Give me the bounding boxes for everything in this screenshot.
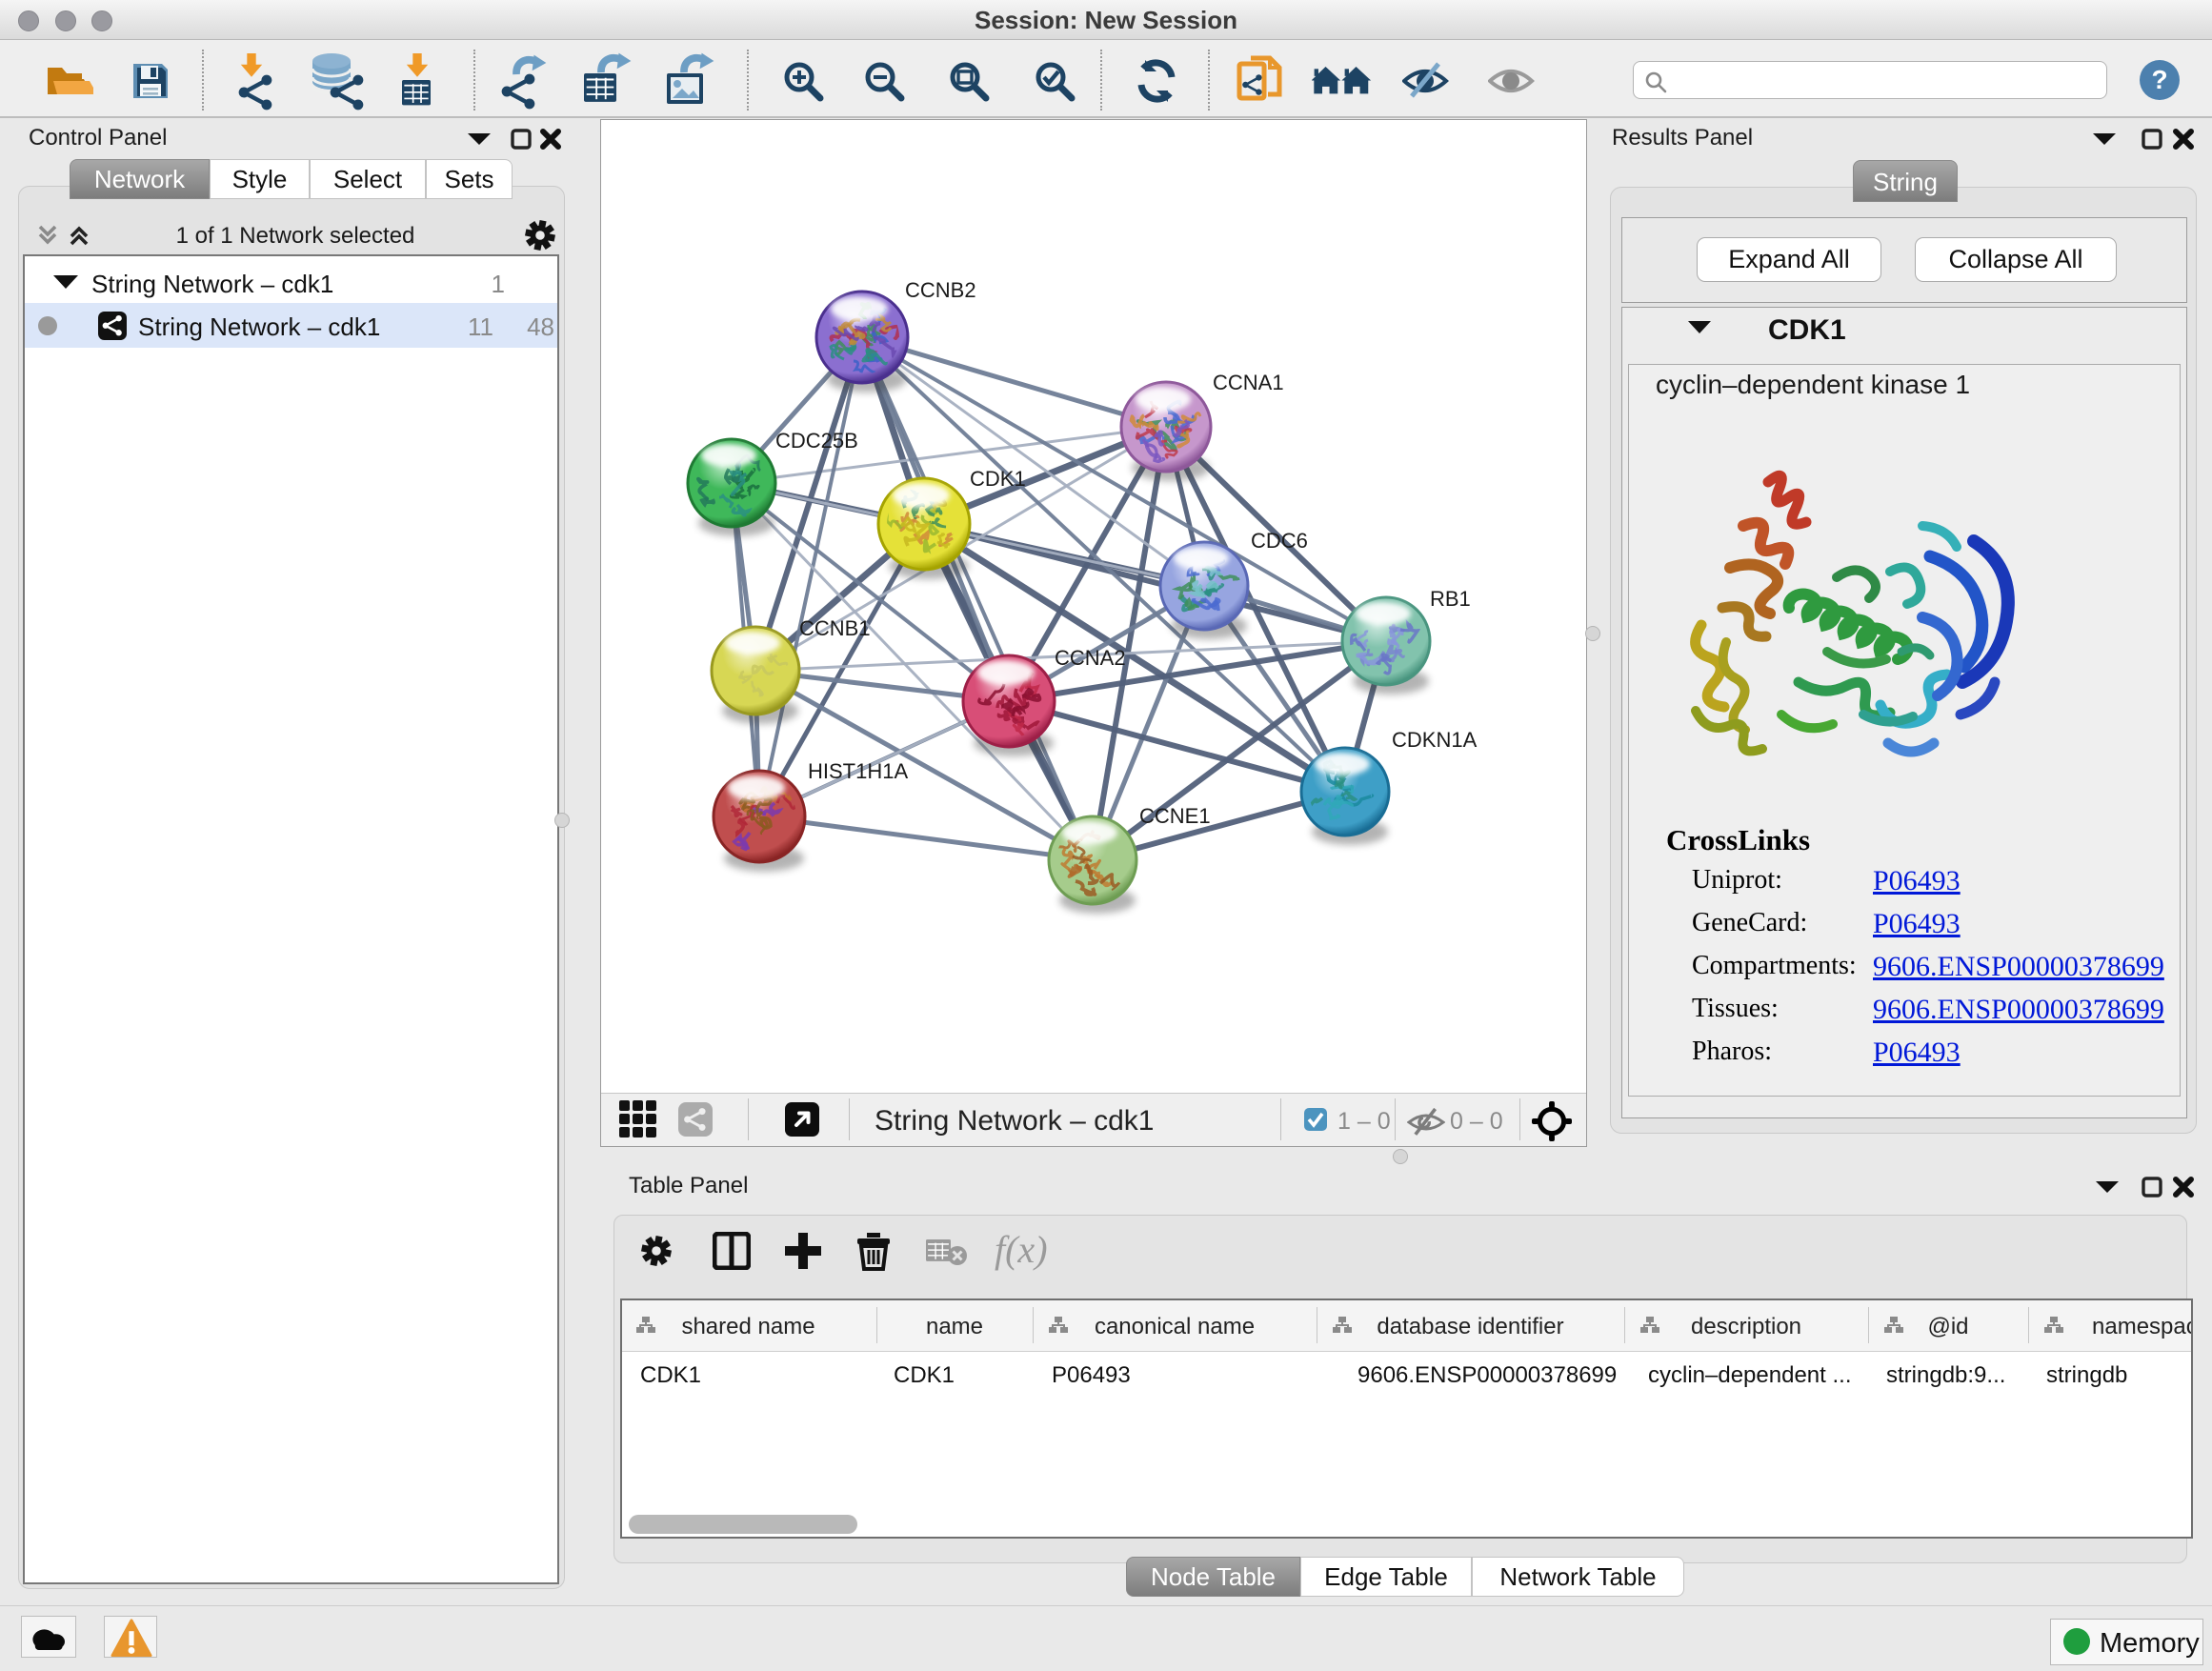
svg-text:CDKN1A: CDKN1A bbox=[1392, 728, 1478, 752]
svg-text:CDC25B: CDC25B bbox=[775, 429, 858, 453]
svg-text:RB1: RB1 bbox=[1430, 587, 1471, 611]
svg-text:CCNE1: CCNE1 bbox=[1139, 804, 1211, 828]
svg-text:?: ? bbox=[2151, 65, 2167, 94]
svg-text:CDC6: CDC6 bbox=[1251, 529, 1308, 553]
svg-text:CDK1: CDK1 bbox=[970, 467, 1026, 491]
svg-text:CCNA2: CCNA2 bbox=[1055, 646, 1126, 670]
svg-text:CCNB2: CCNB2 bbox=[905, 278, 976, 302]
svg-text:HIST1H1A: HIST1H1A bbox=[808, 759, 908, 783]
svg-text:CCNA1: CCNA1 bbox=[1213, 371, 1284, 394]
svg-text:CCNB1: CCNB1 bbox=[799, 616, 871, 640]
